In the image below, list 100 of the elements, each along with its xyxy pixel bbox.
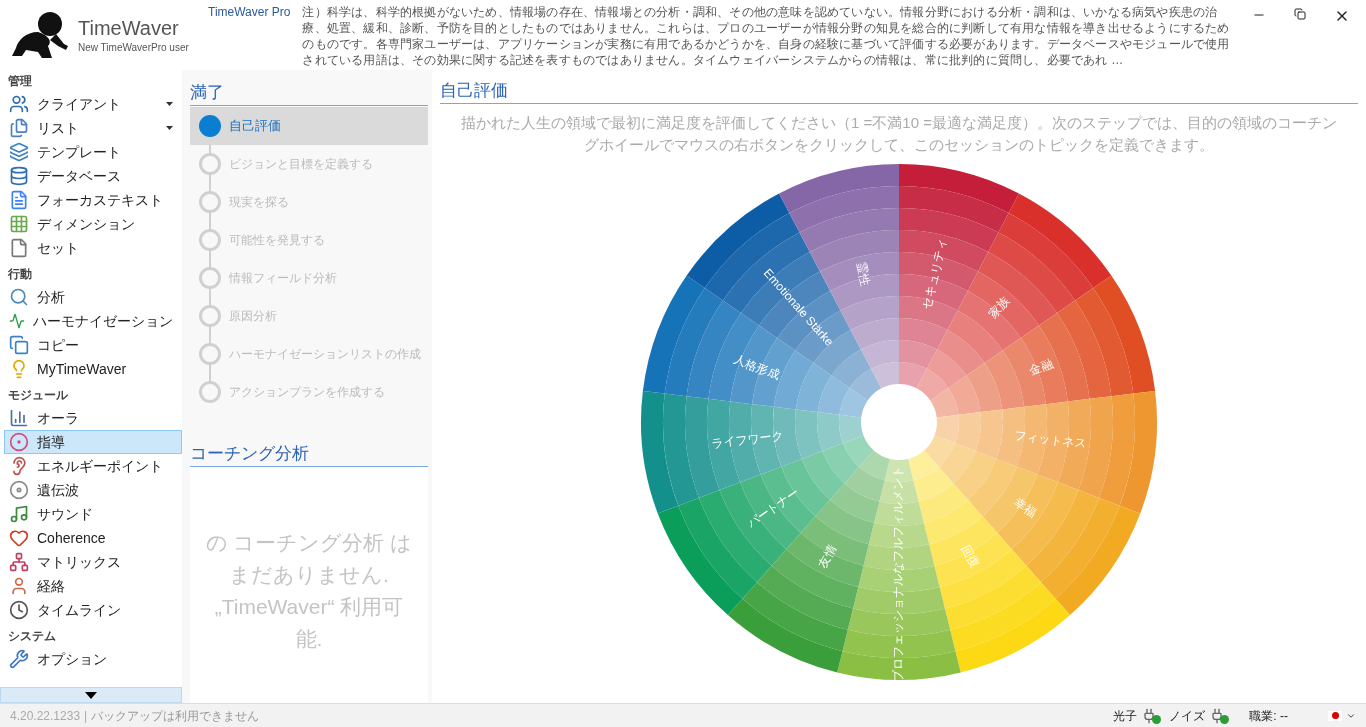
item-label: 分析: [37, 287, 66, 307]
item-icon: [9, 142, 29, 162]
item-icon: [9, 528, 29, 548]
sidebar-item[interactable]: サウンド: [4, 502, 182, 526]
product-name: TimeWaver Pro: [208, 4, 291, 20]
sidebar-item[interactable]: オプション: [4, 647, 182, 671]
item-label: テンプレート: [37, 142, 122, 162]
occupation-text: 職業: --: [1249, 707, 1288, 725]
step-label: 自己評価: [229, 117, 281, 136]
user-name: New TimeWaverPro user: [78, 40, 189, 55]
item-label: ディメンション: [37, 214, 136, 234]
restore-button[interactable]: [1294, 8, 1306, 20]
section-heading: 管理: [8, 73, 33, 90]
item-label: 経絡: [37, 576, 66, 596]
item-icon: [9, 166, 29, 186]
item-icon: [9, 576, 29, 596]
item-label: サウンド: [37, 504, 94, 524]
notice-text: 注）科学は、科学的根拠がないため、情報場の存在、情報場との分析・調和、その他の意味を認めていない。情報分野における分析・調和は、いかなる病気や疾患の治療、処置、緩和、診断、予防を目的としたものではありません。これらは、プロのユーザーが情報分野の知見を総合的に判断して有用な情報を導き出せるようにするためのものです。各専門家ユーザーは、アプリケーションが実務に有用であるかどうかを、自身の経験に基づいて評価する必要があります。データベースやモジュールで使用されている用語は、その効果に関する記述を表すものではありません。タイムウェイバーシステムからの情報は、常に批判的に質問し、必要であれ …: [302, 4, 1230, 69]
wheel-segment[interactable]: [727, 450, 890, 673]
item-icon: [9, 118, 29, 138]
section-title: 自己評価: [440, 78, 1358, 104]
item-icon: [9, 214, 29, 234]
item-label: 遺伝波: [37, 480, 80, 500]
wheel-segment[interactable]: [686, 193, 882, 401]
sidebar-item[interactable]: 分析: [4, 285, 182, 309]
segment-label: 金融: [1027, 356, 1055, 378]
sidebar-item[interactable]: 経絡: [4, 574, 182, 598]
item-label: エネルギーポイント: [37, 456, 164, 476]
scroll-down-icon: [85, 691, 97, 699]
sidebar-item[interactable]: データベース: [4, 164, 182, 188]
item-icon: [9, 408, 29, 428]
sidebar-item[interactable]: タイムライン: [4, 598, 182, 622]
sidebar-item[interactable]: クライアント: [4, 92, 182, 116]
sidebar-item[interactable]: オーラ: [4, 406, 182, 430]
item-label: クライアント: [37, 94, 122, 114]
item-label: ハーモナイゼーション: [33, 311, 173, 331]
item-label: Coherence: [37, 528, 107, 548]
sidebar-item[interactable]: 遺伝波: [4, 478, 182, 502]
item-label: タイムライン: [37, 600, 122, 620]
item-label: オーラ: [37, 408, 80, 428]
item-icon: [9, 311, 25, 331]
app-name: TimeWaver: [78, 15, 180, 40]
item-icon: [9, 552, 29, 572]
segment-label: 人格形成: [731, 352, 782, 383]
section-heading: システム: [8, 628, 57, 645]
segment-label: 幸福: [1011, 495, 1039, 521]
instructions-text: 描かれた人生の領域で最初に満足度を評価してください（1 =不満10 =最適な満足度）。次のステップでは、目的の領域のコーチングホイールでマウスの右ボタンをクリックして、このセッションのトピックを定義できます。: [460, 113, 1338, 155]
item-icon: [9, 432, 29, 452]
item-icon: [9, 335, 29, 355]
photon-label: 光子: [1113, 707, 1138, 725]
sidebar-item[interactable]: コピー: [4, 333, 182, 357]
sidebar-item[interactable]: エネルギーポイント: [4, 454, 182, 478]
restore-icon: [1294, 8, 1306, 20]
sidebar-item[interactable]: マトリックス: [4, 550, 182, 574]
sidebar-item[interactable]: ディメンション: [4, 212, 182, 236]
sidebar-item[interactable]: テンプレート: [4, 140, 182, 164]
step-item[interactable]: 自己評価: [190, 107, 428, 145]
sidebar-item[interactable]: ハーモナイゼーション: [4, 309, 182, 333]
backup-status: バックアップは利用できません: [91, 707, 260, 725]
item-icon: [9, 480, 29, 500]
sidebar-item[interactable]: リスト: [4, 116, 182, 140]
wheel-segment[interactable]: [899, 164, 1019, 389]
segment-label: ライフワーク: [711, 428, 785, 451]
section-heading: モジュール: [8, 387, 69, 404]
item-label: マトリックス: [37, 552, 122, 572]
segment-label: パートナー: [744, 485, 802, 531]
wheel-segment[interactable]: [916, 193, 1112, 401]
sidebar-item[interactable]: 指導: [4, 430, 182, 454]
connected-plug-icon: [1209, 707, 1226, 724]
language-flag-button[interactable]: [1328, 710, 1356, 721]
empty-message: の コーチング分析 はまだありません. „TimeWaver“ 利用可能.: [204, 530, 414, 652]
sidebar-item[interactable]: MyTimeWaver: [4, 357, 182, 381]
item-label: データベース: [37, 166, 122, 186]
item-label: 指導: [37, 432, 66, 452]
item-icon: [9, 94, 29, 114]
version-text: 4.20.22.1233: [10, 707, 81, 725]
sidebar-item[interactable]: Coherence: [4, 526, 182, 550]
item-icon: [9, 287, 29, 307]
item-label: フォーカステキスト: [37, 190, 164, 210]
noise-label: ノイズ: [1169, 707, 1206, 725]
segment-label: 友情: [815, 542, 840, 571]
item-label: セット: [37, 238, 80, 258]
item-icon: [9, 649, 29, 669]
segment-label: 家族: [986, 293, 1013, 321]
item-label: MyTimeWaver: [37, 359, 128, 379]
segment-label: フィットネス: [1013, 428, 1087, 451]
segment-label: 回復: [958, 542, 983, 571]
section-heading: 行動: [8, 266, 33, 283]
item-label: コピー: [37, 335, 80, 355]
segment-label: 霊性: [853, 260, 873, 288]
flag-icon: [1328, 710, 1342, 721]
sidebar-item[interactable]: フォーカステキスト: [4, 188, 182, 212]
item-icon: [9, 190, 29, 210]
separator-text: |: [84, 707, 88, 725]
sidebar-item[interactable]: セット: [4, 236, 182, 260]
item-icon: [9, 600, 29, 620]
dropdown-caret-icon[interactable]: [166, 126, 173, 130]
steps-heading: 満了: [190, 78, 428, 106]
dropdown-caret-icon[interactable]: [166, 102, 173, 106]
segment-label: セキュリティ: [919, 237, 951, 311]
